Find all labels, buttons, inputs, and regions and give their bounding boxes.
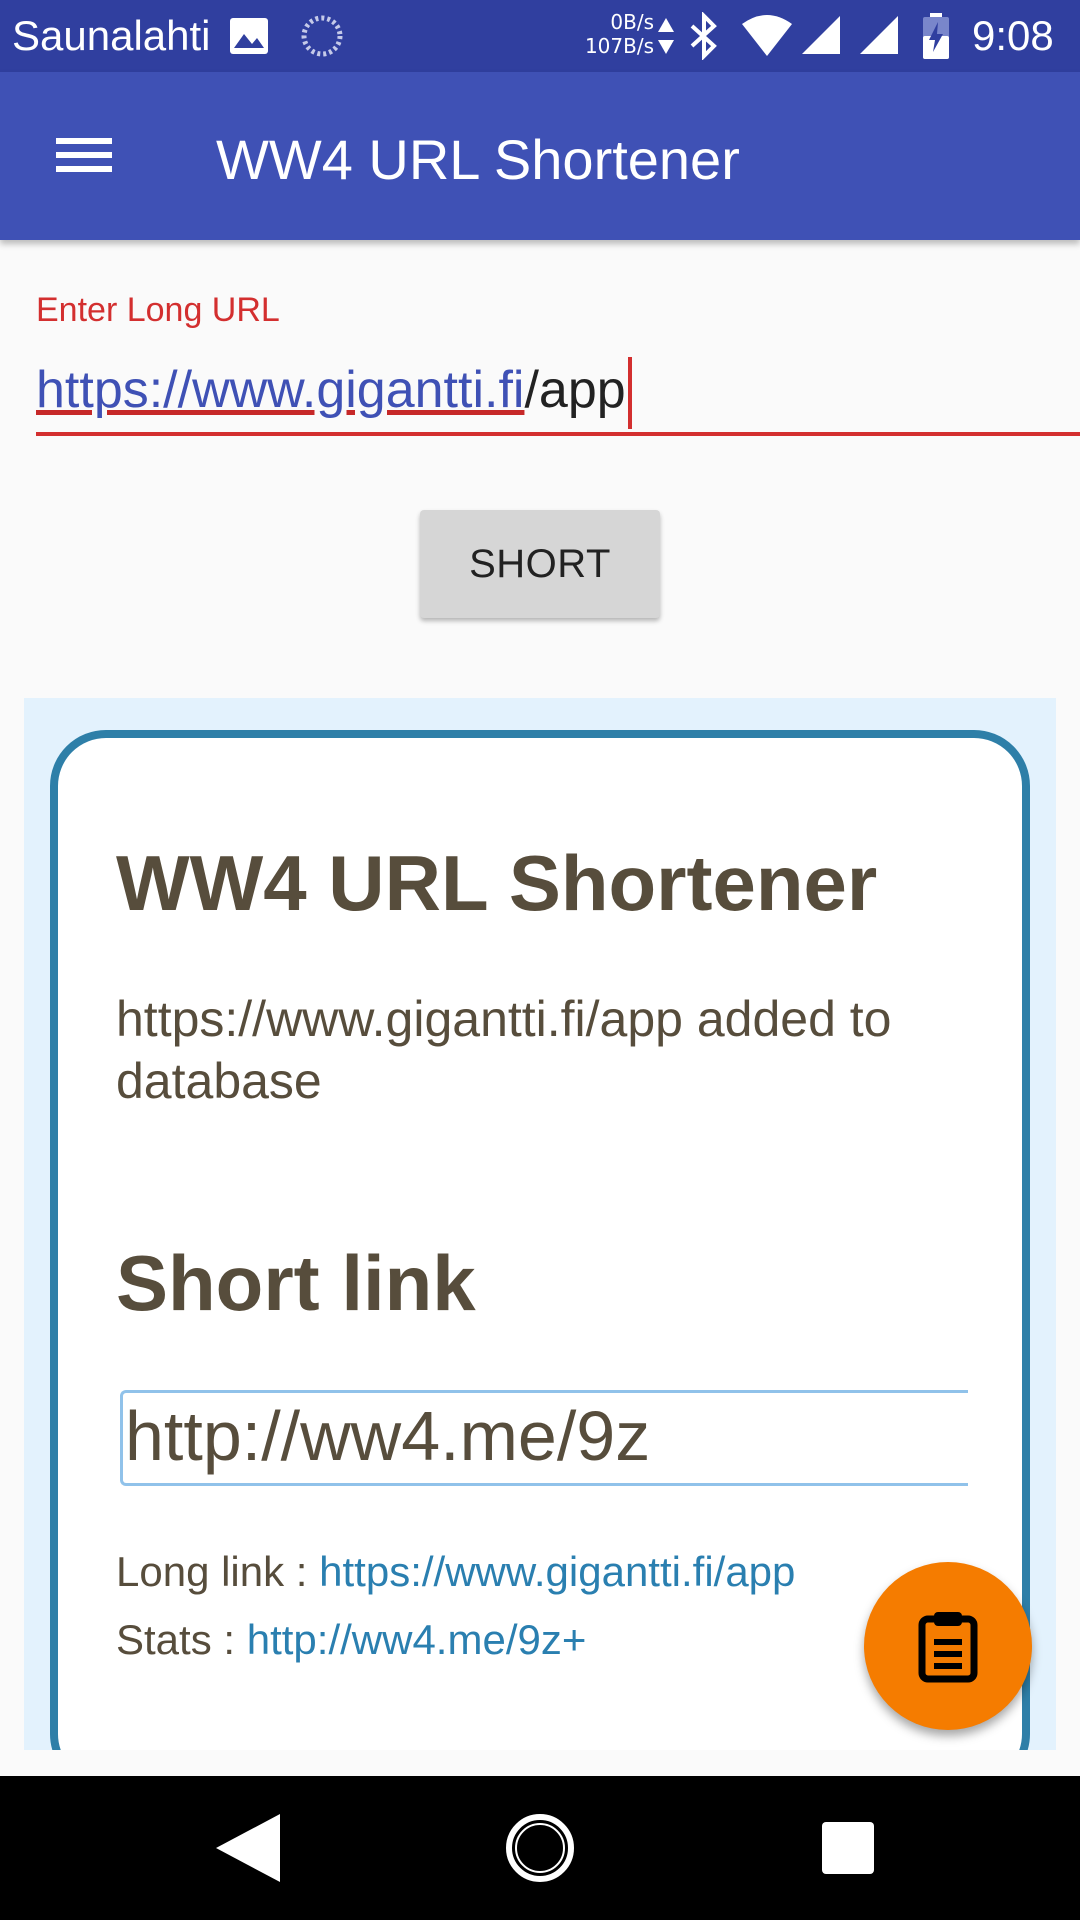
navigation-bar xyxy=(0,1776,1080,1920)
wifi-icon xyxy=(742,15,792,56)
recents-icon[interactable] xyxy=(812,1812,884,1884)
long-link-label: Long link : xyxy=(116,1548,320,1595)
short-link-heading: Short link xyxy=(116,1239,476,1327)
long-link[interactable]: https://www.gigantti.fi/app xyxy=(319,1548,795,1595)
network-speed: 0B/s 107B/s xyxy=(584,10,654,58)
copy-to-clipboard-fab[interactable] xyxy=(864,1562,1032,1730)
long-url-input[interactable]: https://www.gigantti.fi/app xyxy=(36,350,1080,436)
sync-icon xyxy=(301,15,343,57)
status-time: 9:08 xyxy=(972,12,1054,59)
long-url-value-rest: /app xyxy=(524,361,626,419)
home-icon[interactable] xyxy=(502,1806,578,1890)
carrier-name: Saunalahti xyxy=(12,12,211,59)
battery-charging-icon xyxy=(923,13,949,59)
network-upload-speed: 0B/s xyxy=(610,10,654,34)
short-button[interactable]: SHORT xyxy=(420,510,660,618)
text-caret xyxy=(627,357,632,430)
stats-label: Stats : xyxy=(116,1616,247,1663)
status-bar: Saunalahti 0B/s 107B/s 9:08 xyxy=(0,0,1080,72)
short-link-field[interactable]: http://ww4.me/9z xyxy=(120,1390,968,1486)
long-link-row: Long link : https://www.gigantti.fi/app xyxy=(116,1546,795,1598)
long-url-value-link: https://www.gigantti.fi xyxy=(36,361,525,419)
hamburger-menu-icon[interactable] xyxy=(40,110,130,200)
back-icon[interactable] xyxy=(212,1810,288,1886)
bluetooth-icon xyxy=(690,12,717,60)
long-url-label: Enter Long URL xyxy=(36,291,280,329)
stats-link[interactable]: http://ww4.me/9z+ xyxy=(247,1616,587,1663)
result-title: WW4 URL Shortener xyxy=(116,839,878,927)
added-message: https://www.gigantti.fi/app added to dat… xyxy=(116,991,892,1109)
clipboard-icon xyxy=(918,1612,978,1683)
data-arrows-icon xyxy=(658,18,674,54)
stats-row: Stats : http://ww4.me/9z+ xyxy=(116,1614,586,1666)
gallery-icon xyxy=(230,18,268,54)
network-download-speed: 107B/s xyxy=(584,34,654,58)
signal-icon-secondary xyxy=(860,16,898,54)
app-bar: WW4 URL Shortener xyxy=(0,72,1080,240)
app-title: WW4 URL Shortener xyxy=(216,128,740,191)
signal-icon xyxy=(802,16,840,54)
